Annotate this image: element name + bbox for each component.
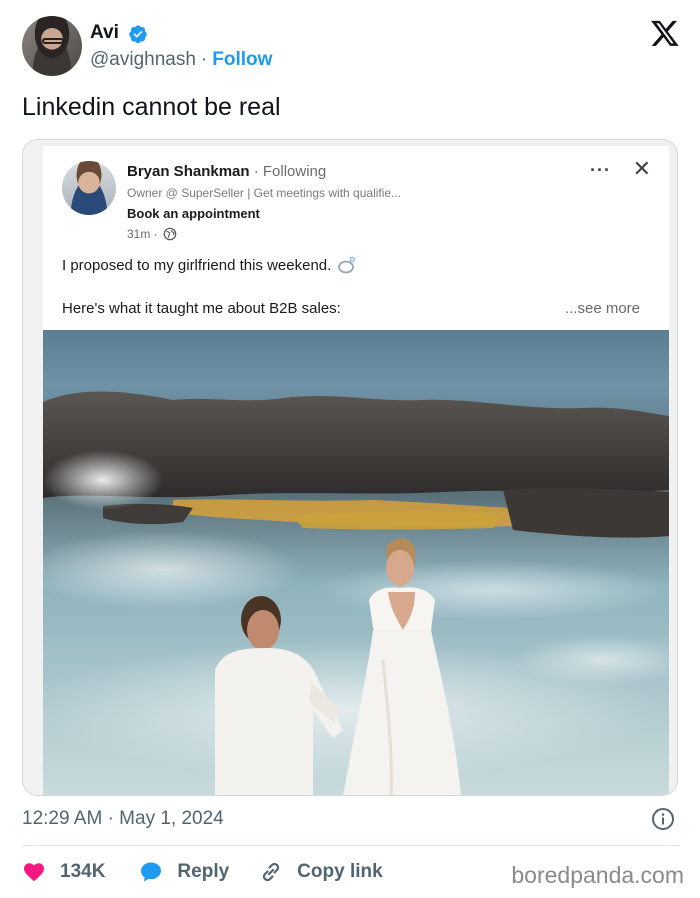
reply-bubble-icon [141,862,162,882]
author-handle[interactable]: @avighnash [90,49,196,70]
close-icon: ✕ [632,156,651,181]
linkedin-post-card: Bryan Shankman · Following Owner @ Super… [43,146,669,795]
linkedin-post-line-1: I proposed to my girlfriend this weekend… [62,256,357,274]
globe-icon [163,227,176,241]
linkedin-following-label: · Following [253,163,327,180]
tweet-timestamp[interactable]: 12:29 AM · May 1, 2024 [22,808,224,830]
linkedin-author-avatar [62,161,116,215]
reply-label: Reply [177,861,230,882]
linkedin-author-line: Bryan Shankman · Following [127,163,326,180]
linkedin-post-line-2: Here's what it taught me about B2B sales… [62,300,341,317]
heart-icon [24,863,44,882]
verified-badge-icon [129,25,147,44]
action-bar: 134K Reply Copy link [22,857,383,887]
linkedin-post-line-1-text: I proposed to my girlfriend this weekend… [62,256,332,274]
x-logo-icon[interactable] [650,18,680,48]
tweet-time-separator: · [107,808,114,829]
tweet-date: May 1, 2024 [119,808,224,829]
embedded-image[interactable]: Bryan Shankman · Following Owner @ Super… [22,139,678,796]
ring-emoji-icon [338,256,356,274]
proposal-photo [43,330,669,795]
copy-link-button[interactable]: Copy link [259,860,383,884]
linkedin-author-name: Bryan Shankman [127,163,250,180]
reply-button[interactable]: Reply [139,860,229,884]
copy-link-label: Copy link [297,861,383,882]
linkedin-book-appointment-link: Book an appointment [127,206,260,221]
like-button[interactable]: 134K [22,860,105,884]
linkedin-see-more-link: ...see more [564,300,640,317]
tweet-text: Linkedin cannot be real [22,93,281,121]
linkedin-author-headline: Owner @ SuperSeller | Get meetings with … [127,186,402,200]
linkedin-post-age-text: 31m · [127,227,158,241]
handle-separator: · [200,49,208,70]
linkedin-post-age: 31m · [127,227,177,241]
handle-line: @avighnash · Follow [90,49,272,71]
likes-count: 134K [60,861,106,882]
info-icon[interactable] [651,807,675,831]
tweet-time: 12:29 AM [22,808,103,829]
ellipsis-icon: ··· [590,160,611,180]
source-watermark: boredpanda.com [511,862,684,888]
follow-button[interactable]: Follow [212,49,272,70]
link-icon [263,862,280,882]
divider [22,845,680,846]
author-avatar[interactable] [22,16,82,76]
author-name[interactable]: Avi [90,22,119,44]
proposal-photo-illustration [43,330,669,795]
tweet-header: Avi @avighnash · Follow [22,16,680,78]
